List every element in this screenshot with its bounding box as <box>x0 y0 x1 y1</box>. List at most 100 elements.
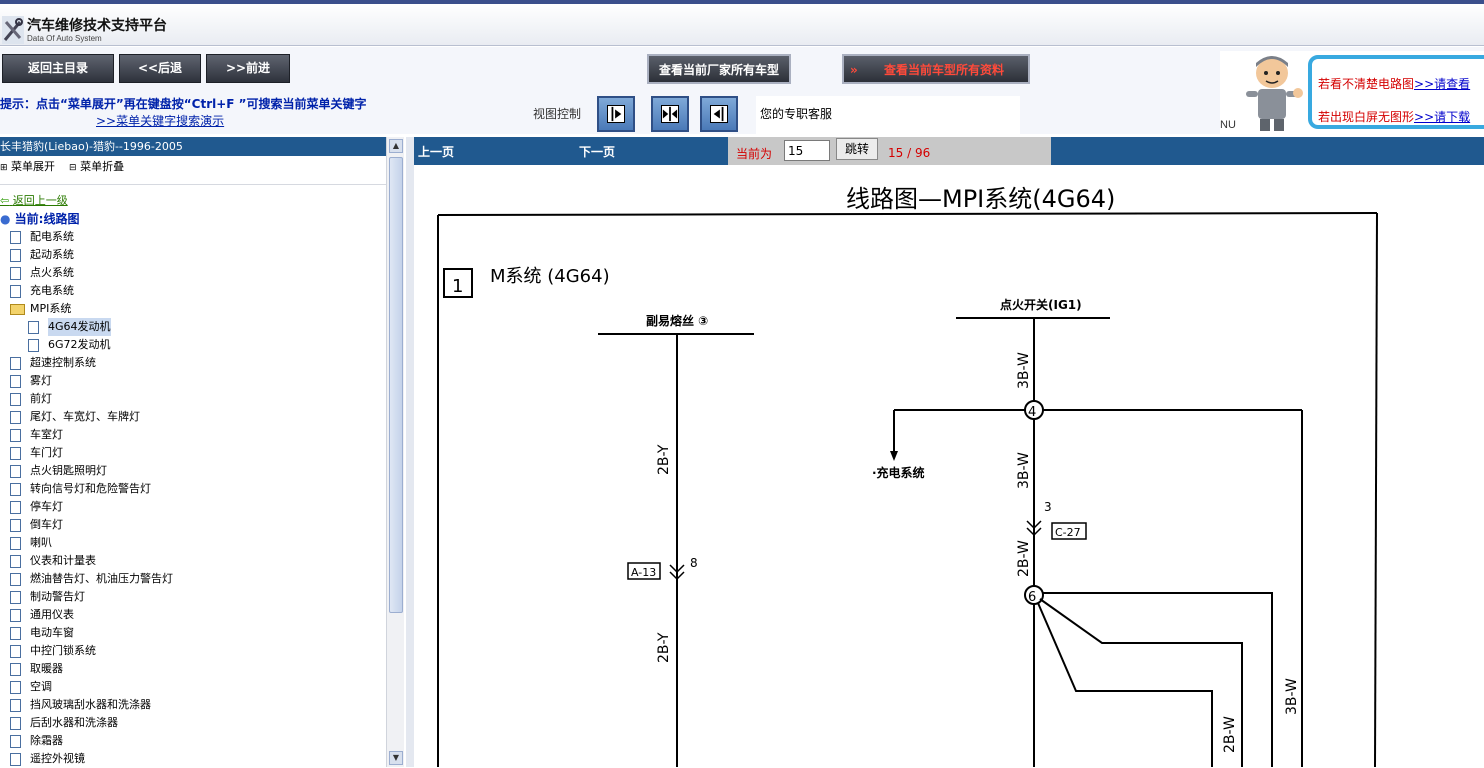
menu-actions: ⊞ 菜单展开 ⊟ 菜单折叠 <box>0 158 124 174</box>
document-icon <box>10 483 21 496</box>
search-demo-link[interactable]: >>菜单关键字搜索演示 <box>96 112 224 129</box>
all-docs-label: 查看当前车型所有资料 <box>883 63 1004 77</box>
fuse-label: 副易熔丝 ③ <box>646 313 708 328</box>
tree-item[interactable]: 除霜器 <box>0 732 386 750</box>
tree-item[interactable]: 遥控外视镜 <box>0 750 386 768</box>
jump-button[interactable]: 跳转 <box>836 138 878 160</box>
tree-item[interactable]: 4G64发动机 <box>0 318 386 336</box>
document-icon <box>10 591 21 604</box>
charge-arrow-icon <box>890 451 898 461</box>
tree-item-label: 仪表和计量表 <box>30 554 96 567</box>
tree-item-label: 配电系统 <box>30 230 74 243</box>
diagram-title: 线路图—MPI系统(4G64) <box>846 185 1115 213</box>
arrow-left-icon <box>710 105 728 123</box>
all-models-button[interactable]: 查看当前厂家所有车型 <box>647 54 791 84</box>
tree-item-label: 尾灯、车宽灯、车牌灯 <box>30 410 140 423</box>
document-icon <box>10 375 21 388</box>
scroll-thumb[interactable] <box>389 157 403 613</box>
tree-item[interactable]: 取暖器 <box>0 660 386 678</box>
back-button[interactable]: <<后退 <box>119 54 201 83</box>
tree-item-label: 停车灯 <box>30 500 63 513</box>
app-header: 汽车维修技术支持平台 Data Of Auto System <box>0 4 1484 46</box>
page-number-input[interactable] <box>784 140 830 161</box>
tree-item[interactable]: 起动系统 <box>0 246 386 264</box>
tree-item[interactable]: 喇叭 <box>0 534 386 552</box>
tree-item[interactable]: 配电系统 <box>0 228 386 246</box>
section-label: M系统 (4G64) <box>490 266 610 287</box>
tree-item[interactable]: 中控门锁系统 <box>0 642 386 660</box>
view-expand-right-button[interactable] <box>597 96 635 132</box>
tree-item-label: 除霜器 <box>30 734 63 747</box>
service-text: 您的专职客服 <box>760 107 833 121</box>
tree-item-label: 充电系统 <box>30 284 74 297</box>
all-docs-button[interactable]: » 查看当前车型所有资料 <box>842 54 1030 84</box>
promo-link-download[interactable]: >>请下载 <box>1414 110 1470 124</box>
tree-item[interactable]: 挡风玻璃刮水器和洗涤器 <box>0 696 386 714</box>
diagram-viewer: 上一页 下一页 当前为 跳转 15 / 96 线路图—MPI系统(4G64) 1… <box>406 137 1484 767</box>
document-icon <box>10 681 21 694</box>
tree-item[interactable]: 点火钥匙照明灯 <box>0 462 386 480</box>
tree-item[interactable]: 倒车灯 <box>0 516 386 534</box>
tree-item[interactable]: 燃油替告灯、机油压力警告灯 <box>0 570 386 588</box>
tree-item[interactable]: 车门灯 <box>0 444 386 462</box>
prev-page-link[interactable]: 上一页 <box>418 143 454 160</box>
page-count: 15 / 96 <box>888 146 931 160</box>
tree-item-label: 挡风玻璃刮水器和洗涤器 <box>30 698 151 711</box>
wiring-diagram: 线路图—MPI系统(4G64) 1 M系统 (4G64) 副易熔丝 ③ 2B-Y… <box>437 185 1378 767</box>
document-icon <box>10 519 21 532</box>
section-number: 1 <box>452 276 463 297</box>
tree-item[interactable]: 停车灯 <box>0 498 386 516</box>
document-icon <box>10 717 21 730</box>
view-split-button[interactable] <box>651 96 689 132</box>
menu-expand-link[interactable]: 菜单展开 <box>11 160 55 173</box>
view-expand-left-button[interactable] <box>700 96 738 132</box>
document-icon <box>28 321 39 334</box>
node-6-label: 6 <box>1028 590 1036 605</box>
node-4-label: 4 <box>1028 405 1036 420</box>
scroll-up-arrow-icon[interactable]: ▲ <box>389 139 403 153</box>
promo-line-2-text: 若出现白屏无图形 <box>1318 110 1415 124</box>
tree-item[interactable]: 前灯 <box>0 390 386 408</box>
tree-item-label: 点火钥匙照明灯 <box>30 464 107 477</box>
tree-item-label: 起动系统 <box>30 248 74 261</box>
tree-item[interactable]: 6G72发动机 <box>0 336 386 354</box>
pin-3: 3 <box>1044 500 1052 514</box>
tree-item[interactable]: 雾灯 <box>0 372 386 390</box>
tree-item[interactable]: 点火系统 <box>0 264 386 282</box>
document-icon <box>10 735 21 748</box>
tree-item[interactable]: 电动车窗 <box>0 624 386 642</box>
document-icon <box>10 231 21 244</box>
tree-item[interactable]: 制动警告灯 <box>0 588 386 606</box>
back-up-label: 返回上一级 <box>12 194 68 207</box>
document-icon <box>10 465 21 478</box>
tree-item[interactable]: 通用仪表 <box>0 606 386 624</box>
wire-bottom-2: 3B-W <box>1284 678 1300 715</box>
tip-bar: 提示：点击“菜单展开”再在键盘按“Ctrl+F ”可搜索当前菜单关键字 >>菜单… <box>0 92 1220 134</box>
tree-item[interactable]: 尾灯、车宽灯、车牌灯 <box>0 408 386 426</box>
document-icon <box>10 267 21 280</box>
expand-icon: ⊞ <box>0 163 8 173</box>
diagram-frame-top <box>437 212 1378 216</box>
forward-button[interactable]: >>前进 <box>206 54 290 83</box>
next-page-link[interactable]: 下一页 <box>579 143 615 160</box>
tree-item[interactable]: 车室灯 <box>0 426 386 444</box>
tree-item[interactable]: 充电系统 <box>0 282 386 300</box>
home-button[interactable]: 返回主目录 <box>2 54 114 83</box>
tree-item[interactable]: 超速控制系统 <box>0 354 386 372</box>
promo-link-view[interactable]: >>请查看 <box>1414 77 1470 91</box>
tree-item[interactable]: 后刮水器和洗涤器 <box>0 714 386 732</box>
tree-item[interactable]: 仪表和计量表 <box>0 552 386 570</box>
mechanic-mascot-icon <box>1246 56 1303 131</box>
tree-item[interactable]: 转向信号灯和危险警告灯 <box>0 480 386 498</box>
document-icon <box>10 609 21 622</box>
wire-bottom-1: 2B-W <box>1222 716 1238 753</box>
scroll-down-arrow-icon[interactable]: ▼ <box>389 751 403 765</box>
sidebar-scrollbar[interactable]: ▲ ▼ <box>386 137 404 767</box>
tree-item[interactable]: 空调 <box>0 678 386 696</box>
back-up-link[interactable]: ⇦ 返回上一级 <box>0 192 68 208</box>
menu-sidebar: 长丰猎豹(Liebao)-猎豹--1996-2005 ⊞ 菜单展开 ⊟ 菜单折叠… <box>0 137 404 767</box>
tree-item-label: 喇叭 <box>30 536 52 549</box>
menu-collapse-link[interactable]: 菜单折叠 <box>80 160 124 173</box>
promo-nu-text: NU <box>1220 119 1236 131</box>
tree-folder[interactable]: MPI系统 <box>0 300 386 318</box>
